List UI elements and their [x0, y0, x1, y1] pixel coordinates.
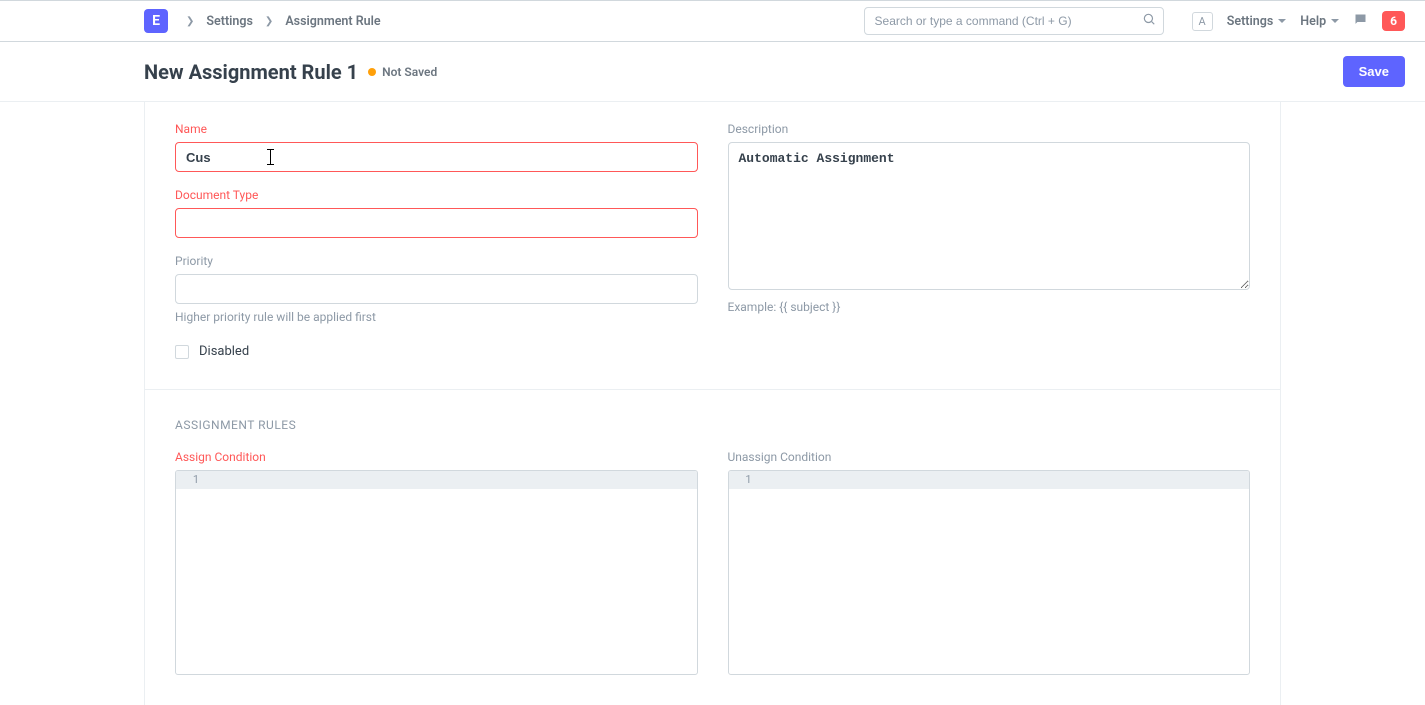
- name-field[interactable]: [175, 142, 698, 172]
- chevron-right-icon: ❯: [186, 16, 194, 27]
- chat-icon[interactable]: [1353, 12, 1368, 31]
- nav-help-label: Help: [1300, 14, 1326, 29]
- document-type-field[interactable]: [175, 208, 698, 238]
- page-header: New Assignment Rule 1 Not Saved Save: [0, 42, 1425, 102]
- name-label: Name: [175, 122, 698, 136]
- search-input[interactable]: [864, 7, 1164, 35]
- save-button[interactable]: Save: [1343, 56, 1405, 87]
- navbar: E ❯ Settings ❯ Assignment Rule A Setting…: [0, 0, 1425, 42]
- chevron-down-icon: [1278, 19, 1286, 23]
- description-help-text: Example: {{ subject }}: [728, 300, 1251, 314]
- nav-help-menu[interactable]: Help: [1300, 14, 1339, 29]
- nav-settings-label: Settings: [1227, 14, 1274, 29]
- disabled-checkbox-group[interactable]: Disabled: [175, 344, 698, 359]
- priority-label: Priority: [175, 254, 698, 268]
- breadcrumb-settings[interactable]: Settings: [206, 14, 253, 29]
- nav-right: A Settings Help 6: [1192, 11, 1405, 31]
- disabled-checkbox[interactable]: [175, 345, 189, 359]
- nav-settings-menu[interactable]: Settings: [1227, 14, 1287, 29]
- assign-condition-label: Assign Condition: [175, 450, 698, 464]
- chevron-down-icon: [1331, 19, 1339, 23]
- status-dot: [368, 68, 376, 76]
- status-badge: Not Saved: [382, 65, 437, 79]
- search-bar: [864, 7, 1164, 35]
- keyboard-shortcut-indicator[interactable]: A: [1192, 12, 1213, 31]
- priority-help-text: Higher priority rule will be applied fir…: [175, 310, 698, 324]
- page-title: New Assignment Rule 1: [144, 60, 358, 84]
- code-line-number: 1: [729, 471, 769, 489]
- form-area: Name Document Type Priority Higher prior…: [144, 102, 1281, 705]
- breadcrumb-assignment-rule[interactable]: Assignment Rule: [285, 14, 380, 29]
- app-logo[interactable]: E: [144, 9, 168, 33]
- code-line-number: 1: [176, 471, 216, 489]
- assignment-rules-section-title: ASSIGNMENT RULES: [145, 390, 1280, 432]
- text-cursor-icon: [270, 149, 271, 165]
- chevron-right-icon: ❯: [265, 16, 273, 27]
- description-label: Description: [728, 122, 1251, 136]
- unassign-condition-editor[interactable]: 1: [728, 470, 1251, 675]
- notification-badge[interactable]: 6: [1382, 11, 1405, 31]
- description-field[interactable]: [728, 142, 1251, 290]
- assign-condition-editor[interactable]: 1: [175, 470, 698, 675]
- unassign-condition-label: Unassign Condition: [728, 450, 1251, 464]
- document-type-label: Document Type: [175, 188, 698, 202]
- priority-field[interactable]: [175, 274, 698, 304]
- disabled-label: Disabled: [199, 344, 249, 359]
